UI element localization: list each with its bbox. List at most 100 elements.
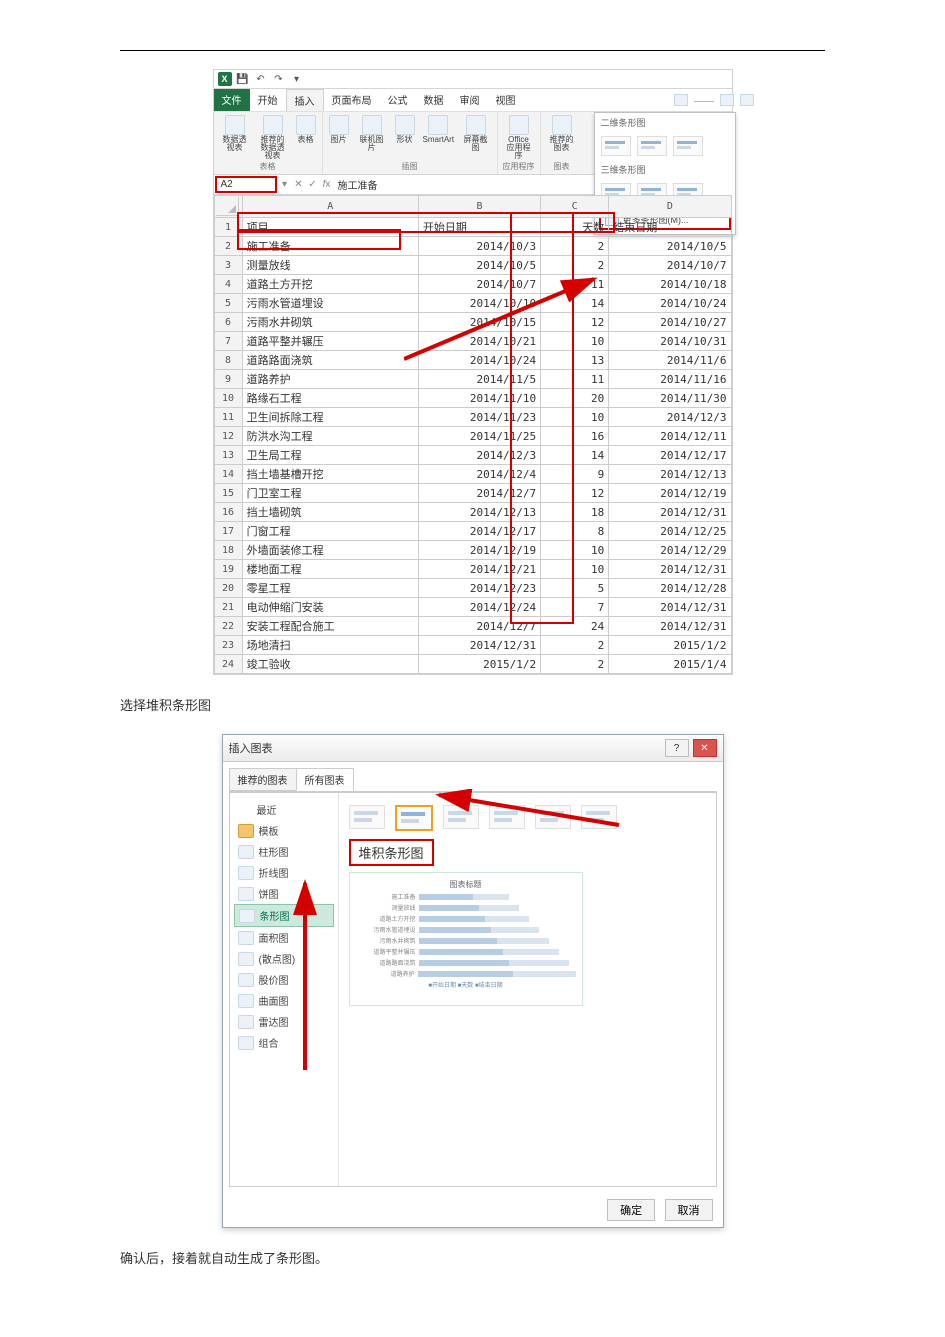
cell[interactable]: 2014/12/31 [609, 617, 731, 636]
cell[interactable]: 2014/10/18 [609, 275, 731, 294]
cell[interactable]: 10 [541, 332, 609, 351]
cell[interactable]: 2014/10/31 [609, 332, 731, 351]
cell[interactable]: 防洪水沟工程 [242, 427, 418, 446]
tab-file[interactable]: 文件 [214, 89, 250, 111]
cell[interactable]: 2014/12/23 [418, 579, 540, 598]
col-header-D[interactable]: D [609, 196, 731, 218]
cancel-icon[interactable]: ✕ [292, 179, 306, 190]
cell[interactable]: 10 [541, 541, 609, 560]
cell[interactable]: 测量放线 [242, 256, 418, 275]
cell[interactable]: 10 [541, 408, 609, 427]
chart-type-column-icon[interactable] [674, 94, 688, 106]
cell[interactable]: 2014/12/17 [609, 446, 731, 465]
office-apps-button[interactable]: Office 应用程序 [502, 114, 536, 161]
cell[interactable]: 12 [541, 484, 609, 503]
row-header[interactable]: 11 [214, 408, 242, 427]
cell[interactable]: 竣工验收 [242, 655, 418, 674]
dialog-close-button[interactable]: ✕ [693, 739, 717, 757]
cell[interactable]: 2014/12/3 [609, 408, 731, 427]
cell[interactable]: 18 [541, 503, 609, 522]
cell[interactable]: 施工准备 [242, 237, 418, 256]
cell[interactable]: 2014/12/7 [418, 484, 540, 503]
cell[interactable]: 2014/11/16 [609, 370, 731, 389]
cell[interactable]: 2 [541, 256, 609, 275]
cell[interactable]: 11 [541, 275, 609, 294]
bar2d-stacked-icon[interactable] [637, 136, 667, 156]
tab-home[interactable]: 开始 [250, 89, 286, 111]
chart-type-line-icon[interactable] [720, 94, 734, 106]
cell[interactable]: 2015/1/2 [609, 636, 731, 655]
row-header[interactable]: 18 [214, 541, 242, 560]
cell[interactable]: 2014/10/7 [418, 275, 540, 294]
cell[interactable]: 2014/10/21 [418, 332, 540, 351]
cell[interactable]: 2014/12/4 [418, 465, 540, 484]
online-pictures-button[interactable]: 联机图片 [355, 114, 389, 153]
row-header[interactable]: 16 [214, 503, 242, 522]
cell[interactable]: 12 [541, 313, 609, 332]
cell[interactable]: 2015/1/4 [609, 655, 731, 674]
col-header-A[interactable]: A [242, 196, 418, 218]
tab-formula[interactable]: 公式 [380, 89, 416, 111]
recommended-charts-button[interactable]: 推荐的图表 [545, 114, 579, 153]
cell[interactable]: 14 [541, 446, 609, 465]
cell[interactable]: 楼地面工程 [242, 560, 418, 579]
cell[interactable]: 2014/12/31 [418, 636, 540, 655]
cell[interactable]: 零星工程 [242, 579, 418, 598]
cell[interactable]: 道路路面浇筑 [242, 351, 418, 370]
cell[interactable]: 11 [541, 370, 609, 389]
cell[interactable]: 电动伸缩门安装 [242, 598, 418, 617]
col-header-C[interactable]: C [541, 196, 609, 218]
chart-type-bar-icon[interactable] [740, 94, 754, 106]
subtype-3d-clustered-bar-icon[interactable] [489, 805, 525, 829]
cell[interactable]: 9 [541, 465, 609, 484]
pictures-button[interactable]: 图片 [327, 114, 351, 153]
cell[interactable]: 天数 [541, 218, 609, 237]
cell[interactable]: 2014/12/25 [609, 522, 731, 541]
chart-type-stock[interactable]: 股价图 [234, 969, 334, 990]
tab-view[interactable]: 视图 [488, 89, 524, 111]
subtype-clustered-bar-icon[interactable] [349, 805, 385, 829]
cell[interactable]: 2014/11/6 [609, 351, 731, 370]
dialog-help-button[interactable]: ? [665, 739, 689, 757]
row-header[interactable]: 19 [214, 560, 242, 579]
smartart-button[interactable]: SmartArt [421, 114, 455, 153]
cell[interactable]: 2014/10/5 [609, 237, 731, 256]
cell[interactable]: 2014/12/31 [609, 598, 731, 617]
cell[interactable]: 2014/12/17 [418, 522, 540, 541]
row-header[interactable]: 17 [214, 522, 242, 541]
cell[interactable]: 场地清扫 [242, 636, 418, 655]
row-header[interactable]: 22 [214, 617, 242, 636]
cell[interactable]: 14 [541, 294, 609, 313]
cell[interactable]: 2014/10/10 [418, 294, 540, 313]
table-button[interactable]: 表格 [294, 114, 318, 161]
bar2d-clustered-icon[interactable] [601, 136, 631, 156]
save-icon[interactable]: 💾 [236, 72, 250, 86]
row-header[interactable]: 2 [214, 237, 242, 256]
cell[interactable]: 7 [541, 598, 609, 617]
row-header[interactable]: 7 [214, 332, 242, 351]
shapes-button[interactable]: 形状 [393, 114, 417, 153]
pivot-table-button[interactable]: 数据透视表 [218, 114, 252, 161]
cell[interactable]: 挡土墙砌筑 [242, 503, 418, 522]
chart-type-folder[interactable]: 模板 [234, 820, 334, 841]
select-all-triangle[interactable] [216, 197, 239, 216]
row-header[interactable]: 6 [214, 313, 242, 332]
cell[interactable]: 2014/12/24 [418, 598, 540, 617]
dialog-tab-all[interactable]: 所有图表 [296, 768, 354, 791]
cancel-button[interactable]: 取消 [665, 1199, 713, 1221]
row-header[interactable]: 14 [214, 465, 242, 484]
cell[interactable]: 2014/12/28 [609, 579, 731, 598]
chart-type-xy[interactable]: (散点图) [234, 948, 334, 969]
name-box[interactable]: A2 [216, 177, 276, 192]
cell[interactable]: 2014/12/29 [609, 541, 731, 560]
cell[interactable]: 2014/12/13 [418, 503, 540, 522]
redo-icon[interactable]: ↷ [272, 72, 286, 86]
row-header[interactable]: 21 [214, 598, 242, 617]
chart-type-bar[interactable]: 条形图 [234, 904, 334, 927]
cell[interactable]: 2014/10/3 [418, 237, 540, 256]
bar2d-100stacked-icon[interactable] [673, 136, 703, 156]
subtype-3d-stacked-bar-icon[interactable] [535, 805, 571, 829]
row-header[interactable]: 8 [214, 351, 242, 370]
cell[interactable]: 16 [541, 427, 609, 446]
cell[interactable]: 10 [541, 560, 609, 579]
